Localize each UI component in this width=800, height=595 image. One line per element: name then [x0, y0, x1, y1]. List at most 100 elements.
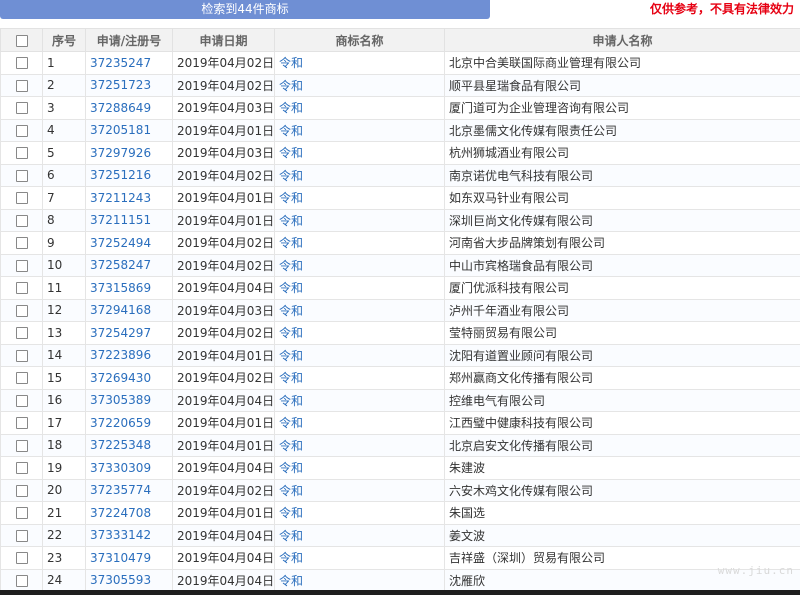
row-checkbox[interactable]: [15, 507, 28, 520]
row-checkbox[interactable]: [15, 282, 28, 295]
table-row[interactable]: 19 37330309 2019年04月04日 令和 朱建波: [0, 456, 800, 480]
mark-name-link[interactable]: 令和: [279, 101, 303, 115]
row-checkbox-cell[interactable]: [0, 411, 43, 435]
row-checkbox[interactable]: [15, 349, 28, 362]
table-row[interactable]: 8 37211151 2019年04月01日 令和 深圳巨尚文化传媒有限公司: [0, 208, 800, 232]
row-checkbox-cell[interactable]: [0, 73, 43, 97]
row-checkbox-cell[interactable]: [0, 208, 43, 232]
reg-no-link[interactable]: 37225348: [90, 438, 151, 452]
row-checkbox[interactable]: [15, 462, 28, 475]
reg-no-link[interactable]: 37223896: [90, 348, 151, 362]
row-checkbox-cell[interactable]: [0, 523, 43, 547]
reg-no-link[interactable]: 37254297: [90, 326, 151, 340]
reg-no-link[interactable]: 37205181: [90, 123, 151, 137]
table-row[interactable]: 6 37251216 2019年04月02日 令和 南京诺优电气科技有限公司: [0, 163, 800, 187]
mark-name-link[interactable]: 令和: [279, 56, 303, 70]
table-row[interactable]: 18 37225348 2019年04月01日 令和 北京启安文化传播有限公司: [0, 433, 800, 457]
row-checkbox[interactable]: [15, 529, 28, 542]
row-checkbox-cell[interactable]: [0, 231, 43, 255]
mark-name-link[interactable]: 令和: [279, 574, 303, 588]
select-all-checkbox[interactable]: [15, 34, 28, 47]
row-checkbox[interactable]: [15, 304, 28, 317]
row-checkbox-cell[interactable]: [0, 141, 43, 165]
table-row[interactable]: 17 37220659 2019年04月01日 令和 江西璧中健康科技有限公司: [0, 411, 800, 435]
row-checkbox[interactable]: [15, 57, 28, 70]
table-row[interactable]: 21 37224708 2019年04月01日 令和 朱国选: [0, 501, 800, 525]
mark-name-link[interactable]: 令和: [279, 439, 303, 453]
row-checkbox[interactable]: [15, 574, 28, 587]
reg-no-link[interactable]: 37269430: [90, 371, 151, 385]
row-checkbox[interactable]: [15, 102, 28, 115]
table-row[interactable]: 24 37305593 2019年04月04日 令和 沈雁欣: [0, 568, 800, 592]
reg-no-link[interactable]: 37258247: [90, 258, 151, 272]
row-checkbox[interactable]: [15, 394, 28, 407]
row-checkbox[interactable]: [15, 147, 28, 160]
reg-no-link[interactable]: 37211151: [90, 213, 151, 227]
mark-name-link[interactable]: 令和: [279, 349, 303, 363]
table-row[interactable]: 11 37315869 2019年04月04日 令和 厦门优派科技有限公司: [0, 276, 800, 300]
row-checkbox-cell[interactable]: [0, 568, 43, 592]
row-checkbox[interactable]: [15, 552, 28, 565]
row-checkbox-cell[interactable]: [0, 253, 43, 277]
table-row[interactable]: 12 37294168 2019年04月03日 令和 泸州千年酒业有限公司: [0, 298, 800, 322]
row-checkbox[interactable]: [15, 417, 28, 430]
reg-no-link[interactable]: 37211243: [90, 191, 151, 205]
row-checkbox-cell[interactable]: [0, 501, 43, 525]
table-row[interactable]: 2 37251723 2019年04月02日 令和 顺平县星瑞食品有限公司: [0, 73, 800, 97]
table-row[interactable]: 1 37235247 2019年04月02日 令和 北京中合美联国际商业管理有限公司: [0, 51, 800, 75]
row-checkbox[interactable]: [15, 484, 28, 497]
mark-name-link[interactable]: 令和: [279, 371, 303, 385]
mark-name-link[interactable]: 令和: [279, 304, 303, 318]
table-row[interactable]: 16 37305389 2019年04月04日 令和 控维电气有限公司: [0, 388, 800, 412]
mark-name-link[interactable]: 令和: [279, 124, 303, 138]
row-checkbox[interactable]: [15, 259, 28, 272]
mark-name-link[interactable]: 令和: [279, 79, 303, 93]
mark-name-link[interactable]: 令和: [279, 214, 303, 228]
table-row[interactable]: 22 37333142 2019年04月04日 令和 姜文波: [0, 523, 800, 547]
table-row[interactable]: 23 37310479 2019年04月04日 令和 吉祥盛（深圳）贸易有限公司: [0, 546, 800, 570]
search-result-count-button[interactable]: 检索到44件商标: [0, 0, 490, 19]
mark-name-link[interactable]: 令和: [279, 506, 303, 520]
reg-no-link[interactable]: 37310479: [90, 551, 151, 565]
mark-name-link[interactable]: 令和: [279, 529, 303, 543]
row-checkbox-cell[interactable]: [0, 433, 43, 457]
reg-no-link[interactable]: 37315869: [90, 281, 151, 295]
table-row[interactable]: 5 37297926 2019年04月03日 令和 杭州狮城酒业有限公司: [0, 141, 800, 165]
row-checkbox-cell[interactable]: [0, 163, 43, 187]
reg-no-link[interactable]: 37330309: [90, 461, 151, 475]
row-checkbox-cell[interactable]: [0, 478, 43, 502]
row-checkbox[interactable]: [15, 192, 28, 205]
row-checkbox[interactable]: [15, 124, 28, 137]
reg-no-link[interactable]: 37235247: [90, 56, 151, 70]
reg-no-link[interactable]: 37305389: [90, 393, 151, 407]
row-checkbox-cell[interactable]: [0, 186, 43, 210]
table-row[interactable]: 3 37288649 2019年04月03日 令和 厦门道可为企业管理咨询有限公司: [0, 96, 800, 120]
reg-no-link[interactable]: 37224708: [90, 506, 151, 520]
mark-name-link[interactable]: 令和: [279, 281, 303, 295]
mark-name-link[interactable]: 令和: [279, 416, 303, 430]
row-checkbox[interactable]: [15, 372, 28, 385]
mark-name-link[interactable]: 令和: [279, 394, 303, 408]
reg-no-link[interactable]: 37288649: [90, 101, 151, 115]
table-row[interactable]: 13 37254297 2019年04月02日 令和 莹特丽贸易有限公司: [0, 321, 800, 345]
row-checkbox[interactable]: [15, 79, 28, 92]
mark-name-link[interactable]: 令和: [279, 169, 303, 183]
reg-no-link[interactable]: 37235774: [90, 483, 151, 497]
mark-name-link[interactable]: 令和: [279, 461, 303, 475]
select-all-checkbox-cell[interactable]: [0, 28, 43, 52]
row-checkbox-cell[interactable]: [0, 456, 43, 480]
reg-no-link[interactable]: 37220659: [90, 416, 151, 430]
row-checkbox[interactable]: [15, 327, 28, 340]
reg-no-link[interactable]: 37305593: [90, 573, 151, 587]
row-checkbox-cell[interactable]: [0, 118, 43, 142]
mark-name-link[interactable]: 令和: [279, 191, 303, 205]
row-checkbox-cell[interactable]: [0, 276, 43, 300]
table-row[interactable]: 20 37235774 2019年04月02日 令和 六安木鸡文化传媒有限公司: [0, 478, 800, 502]
column-header-applicant[interactable]: 申请人名称: [444, 28, 800, 52]
reg-no-link[interactable]: 37297926: [90, 146, 151, 160]
row-checkbox[interactable]: [15, 237, 28, 250]
table-row[interactable]: 15 37269430 2019年04月02日 令和 郑州赢商文化传播有限公司: [0, 366, 800, 390]
mark-name-link[interactable]: 令和: [279, 236, 303, 250]
mark-name-link[interactable]: 令和: [279, 484, 303, 498]
column-header-date[interactable]: 申请日期: [172, 28, 275, 52]
